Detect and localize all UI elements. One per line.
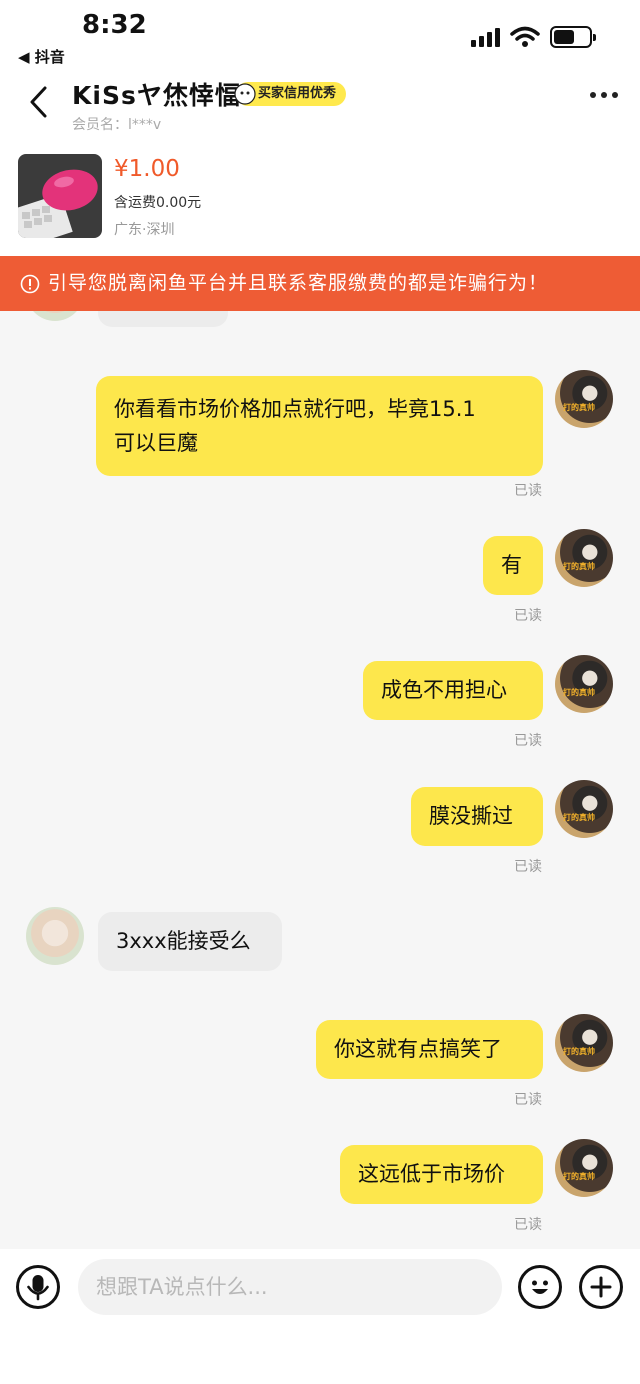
my-avatar[interactable] xyxy=(555,1014,613,1072)
status-time: 8:32 xyxy=(82,10,147,40)
message-bubble[interactable]: 这远低于市场价 xyxy=(340,1145,543,1204)
read-receipt: 已读 xyxy=(514,608,542,624)
wifi-icon xyxy=(510,26,540,47)
fraud-warning-banner: 引导您脱离闲鱼平台并且联系客服缴费的都是诈骗行为！ xyxy=(0,256,640,311)
contact-avatar[interactable] xyxy=(26,311,84,321)
contact-name: KiSsヤ烋悻愊 xyxy=(72,81,241,110)
warning-text: 引导您脱离闲鱼平台并且联系客服缴费的都是诈骗行为！ xyxy=(48,272,549,294)
product-shipping: 含运费0.00元 xyxy=(114,195,202,211)
message-input[interactable]: 想跟TA说点什么... xyxy=(78,1259,502,1315)
product-card[interactable]: ¥1.00 含运费0.00元 广东·深圳 xyxy=(0,140,640,256)
status-icons xyxy=(471,26,596,48)
member-id: 会员名：l***v xyxy=(72,117,162,133)
message-text-line: 可以巨魔 xyxy=(114,431,198,455)
signal-icon xyxy=(471,27,500,47)
more-icon[interactable] xyxy=(590,92,618,98)
chat-header: KiSsヤ烋悻愊 买家信用优秀 会员名：l***v xyxy=(0,70,640,140)
message-text-line: 你看看市场价格加点就行吧，毕竟15.1 xyxy=(114,397,476,421)
emoji-button[interactable] xyxy=(518,1265,562,1309)
emoji-icon xyxy=(532,1280,548,1294)
credit-badge-label: 买家信用优秀 xyxy=(258,86,337,101)
read-receipt: 已读 xyxy=(514,483,542,499)
battery-icon xyxy=(550,26,596,48)
message-bubble[interactable]: 3xxx能接受么 xyxy=(98,912,282,971)
read-receipt: 已读 xyxy=(514,1092,542,1108)
microphone-icon xyxy=(27,1275,49,1301)
input-bar: 想跟TA说点什么... xyxy=(0,1249,640,1384)
badge-mascot-icon xyxy=(234,83,256,105)
message-list[interactable]: 你看看市场价格加点就行吧，毕竟15.1 可以巨魔 已读 有 已读 成色不用担心 … xyxy=(0,311,640,1249)
my-avatar[interactable] xyxy=(555,1139,613,1197)
back-to-app-link[interactable]: ◀ 抖音 xyxy=(18,46,65,67)
product-location: 广东·深圳 xyxy=(114,222,175,238)
add-button[interactable] xyxy=(579,1265,623,1309)
product-price: ¥1.00 xyxy=(114,156,180,182)
back-icon[interactable] xyxy=(20,82,60,122)
microphone-button[interactable] xyxy=(16,1265,60,1309)
message-bubble[interactable]: 膜没撕过 xyxy=(411,787,543,846)
message-bubble[interactable]: 你看看市场价格加点就行吧，毕竟15.1 可以巨魔 xyxy=(96,376,543,476)
product-image[interactable] xyxy=(18,154,102,238)
read-receipt: 已读 xyxy=(514,859,542,875)
plus-icon xyxy=(590,1276,612,1298)
contact-avatar[interactable] xyxy=(26,907,84,965)
my-avatar[interactable] xyxy=(555,780,613,838)
message-bubble[interactable]: 你这就有点搞笑了 xyxy=(316,1020,543,1079)
my-avatar[interactable] xyxy=(555,370,613,428)
message-bubble-partial xyxy=(98,311,228,327)
warning-icon xyxy=(20,274,40,294)
read-receipt: 已读 xyxy=(514,1217,542,1233)
credit-badge: 买家信用优秀 xyxy=(234,82,347,106)
message-bubble[interactable]: 有 xyxy=(483,536,543,595)
status-bar: 8:32 ◀ 抖音 xyxy=(0,0,640,70)
message-bubble[interactable]: 成色不用担心 xyxy=(363,661,543,720)
my-avatar[interactable] xyxy=(555,655,613,713)
read-receipt: 已读 xyxy=(514,733,542,749)
my-avatar[interactable] xyxy=(555,529,613,587)
